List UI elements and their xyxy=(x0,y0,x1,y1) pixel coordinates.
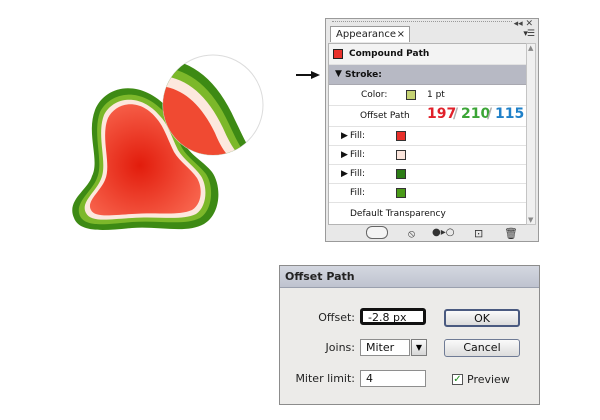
row-color[interactable]: Color: 1 pt xyxy=(329,85,527,106)
close-icon[interactable]: × xyxy=(397,27,405,43)
row-fill-1[interactable]: ▶ Fill: xyxy=(329,127,527,146)
offset-input[interactable]: -2.8 px xyxy=(360,308,426,325)
ok-button[interactable]: OK xyxy=(444,309,520,327)
arrow-right-icon xyxy=(296,71,320,79)
row-stroke[interactable]: ▼ Stroke: xyxy=(329,65,527,85)
fill-swatch[interactable] xyxy=(396,131,406,141)
scroll-up-icon[interactable]: ▲ xyxy=(528,44,533,52)
fill-swatch[interactable] xyxy=(396,169,406,179)
color-label: Color: xyxy=(361,90,388,100)
preview-checkbox[interactable]: ✓ xyxy=(452,374,463,385)
row-fill-4[interactable]: Fill: xyxy=(329,184,527,203)
miter-limit-label: Miter limit: xyxy=(295,372,355,385)
expand-icon[interactable]: ▶ xyxy=(341,131,348,141)
row-fill-3[interactable]: ▶ Fill: xyxy=(329,165,527,184)
row-default-transparency[interactable]: Default Transparency xyxy=(329,203,527,224)
rgb-blue-value: 115 xyxy=(495,106,525,122)
miter-limit-input[interactable]: 4 xyxy=(360,370,426,387)
rgb-separator: / xyxy=(453,106,459,122)
preview-label: Preview xyxy=(467,373,510,386)
fill-label: Fill: xyxy=(350,169,366,179)
expand-icon[interactable]: ▶ xyxy=(341,169,348,179)
minimize-icon[interactable]: ◂◂ ✕ xyxy=(514,19,533,29)
expand-icon[interactable]: ▶ xyxy=(341,150,348,160)
joins-label: Joins: xyxy=(325,341,355,354)
tab-appearance[interactable]: Appearance × xyxy=(330,26,410,42)
fill-label: Fill: xyxy=(350,150,366,160)
offset-path-label: Offset Path xyxy=(360,111,410,121)
object-label: Compound Path xyxy=(349,49,430,59)
fill-swatch[interactable] xyxy=(396,150,406,160)
reduce-basic-icon[interactable]: ●▸○ xyxy=(432,227,454,238)
row-fill-2[interactable]: ▶ Fill: xyxy=(329,146,527,165)
new-art-icon[interactable] xyxy=(366,226,388,239)
offset-path-dialog: Offset Path Offset: -2.8 px Joins: Miter… xyxy=(279,265,540,405)
delete-icon[interactable]: 🗑 xyxy=(504,227,518,240)
dialog-title: Offset Path xyxy=(285,270,355,283)
dialog-title-bar[interactable]: Offset Path xyxy=(280,266,539,288)
chevron-down-icon[interactable]: ▼ xyxy=(411,339,427,356)
fill-swatch[interactable] xyxy=(396,188,406,198)
panel-menu-icon[interactable]: ▾☰ xyxy=(523,29,535,39)
fill-label: Fill: xyxy=(350,131,366,141)
rgb-red-value: 197 xyxy=(427,106,457,122)
tab-label: Appearance xyxy=(336,29,397,40)
stroke-color-swatch[interactable] xyxy=(406,90,416,100)
object-swatch xyxy=(333,49,343,59)
cancel-button[interactable]: Cancel xyxy=(444,339,520,357)
appearance-list: Compound Path ▼ Stroke: Color: 1 pt Offs… xyxy=(328,43,528,225)
panel-scrollbar[interactable]: ▲ ▼ xyxy=(526,43,536,225)
fill-label: Fill: xyxy=(350,188,366,198)
collapse-icon[interactable]: ▼ xyxy=(335,69,342,79)
scroll-down-icon[interactable]: ▼ xyxy=(528,216,533,224)
default-transparency-label: Default Transparency xyxy=(350,209,446,219)
rgb-green-value: 210 xyxy=(461,106,491,122)
row-compound-path[interactable]: Compound Path xyxy=(329,44,527,65)
stroke-label: Stroke: xyxy=(345,70,382,80)
stroke-weight: 1 pt xyxy=(427,90,445,100)
joins-select[interactable]: Miter xyxy=(360,339,410,356)
offset-label: Offset: xyxy=(318,311,355,324)
duplicate-item-icon[interactable]: ⊡ xyxy=(474,227,483,240)
appearance-panel: Appearance × ◂◂ ✕ ▾☰ Compound Path ▼ Str… xyxy=(325,18,539,242)
clear-appearance-icon[interactable]: ⦸ xyxy=(408,227,415,241)
panel-bottom-toolbar: ⦸ ●▸○ ⊡ 🗑 xyxy=(328,225,536,241)
rgb-separator: / xyxy=(487,106,493,122)
row-offset-path[interactable]: Offset Path 197 / 210 / 115 xyxy=(329,106,527,127)
panel-grip[interactable] xyxy=(332,21,512,25)
